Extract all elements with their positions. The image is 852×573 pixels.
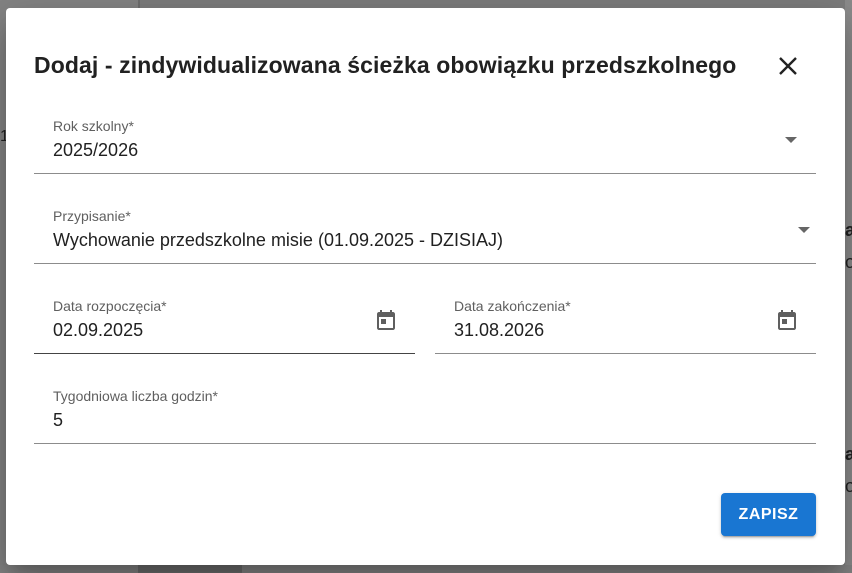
close-button[interactable] [772, 50, 804, 82]
assignment-label: Przypisanie* [53, 208, 131, 224]
start-date-field[interactable]: Data rozpoczęcia* 02.09.2025 [34, 298, 415, 354]
weekly-hours-input[interactable]: Tygodniowa liczba godzin* 5 [34, 388, 816, 444]
background-text: a [845, 444, 852, 464]
start-date-label: Data rozpoczęcia* [53, 298, 167, 314]
save-button[interactable]: ZAPISZ [721, 493, 816, 536]
weekly-hours-label: Tygodniowa liczba godzin* [53, 388, 218, 404]
background-text: a [845, 220, 852, 240]
assignment-value: Wychowanie przedszkolne misie (01.09.202… [53, 230, 504, 250]
end-date-field[interactable]: Data zakończenia* 31.08.2026 [435, 298, 816, 354]
chevron-down-icon [785, 137, 797, 143]
background-text: o [845, 476, 852, 496]
background-text: o [845, 252, 852, 272]
calendar-icon[interactable] [775, 308, 799, 332]
calendar-icon[interactable] [374, 308, 398, 332]
assignment-select[interactable]: Przypisanie* Wychowanie przedszkolne mis… [34, 208, 816, 264]
background-bottom-dark [138, 565, 242, 573]
school-year-value: 2025/2026 [53, 140, 139, 160]
background-bottom [0, 565, 852, 573]
school-year-label: Rok szkolny* [53, 118, 134, 134]
chevron-down-icon [798, 227, 810, 233]
add-path-dialog: Dodaj - zindywidualizowana ścieżka obowi… [6, 8, 845, 565]
close-icon [779, 57, 797, 75]
end-date-value: 31.08.2026 [454, 320, 545, 340]
end-date-label: Data zakończenia* [454, 298, 571, 314]
dialog-title: Dodaj - zindywidualizowana ścieżka obowi… [34, 52, 737, 78]
school-year-select[interactable]: Rok szkolny* 2025/2026 [34, 118, 816, 174]
weekly-hours-value: 5 [53, 410, 64, 430]
start-date-value: 02.09.2025 [53, 320, 144, 340]
